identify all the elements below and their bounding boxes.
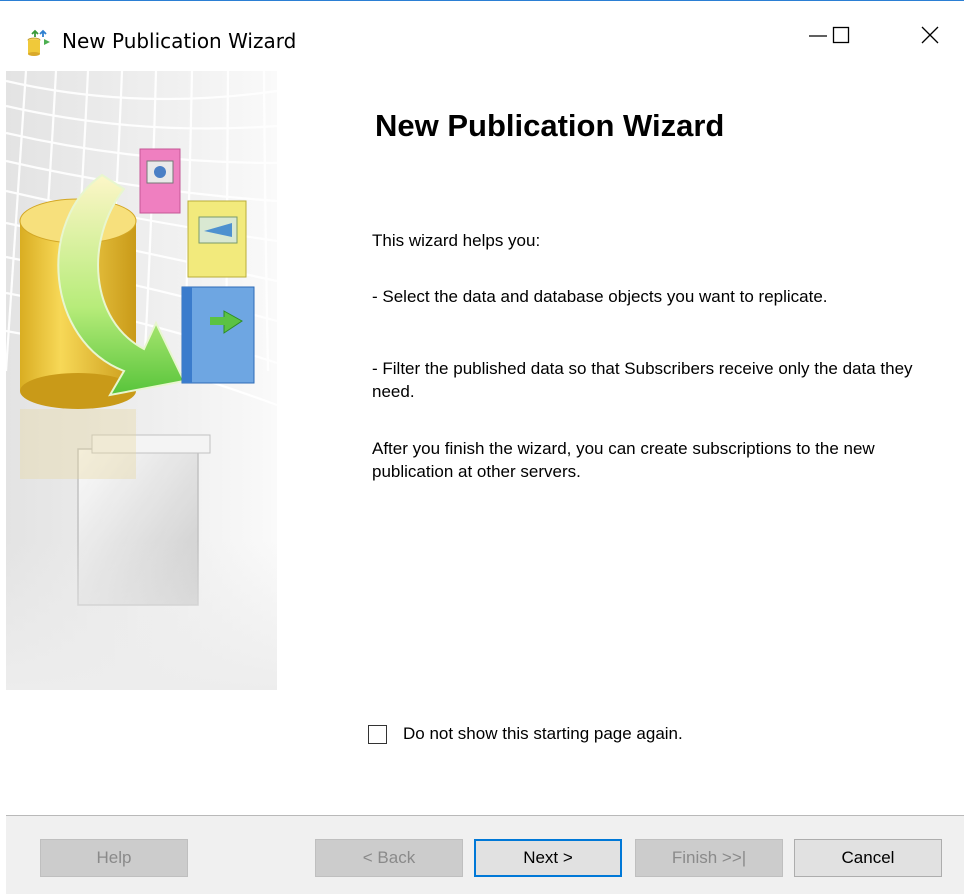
next-button[interactable]: Next > — [474, 839, 622, 877]
close-button[interactable] — [900, 2, 960, 72]
window-title: New Publication Wizard — [62, 29, 297, 53]
maximize-button[interactable] — [816, 2, 866, 72]
wizard-illustration — [6, 71, 277, 690]
finish-button[interactable]: Finish >>| — [635, 839, 783, 877]
publication-wizard-icon — [26, 29, 52, 57]
wizard-window: New Publication Wizard New Publication W… — [0, 0, 964, 894]
cancel-button[interactable]: Cancel — [794, 839, 942, 877]
intro-text: This wizard helps you: — [372, 231, 541, 250]
skip-start-page-option[interactable]: Do not show this starting page again. — [368, 722, 683, 746]
skip-start-page-checkbox[interactable] — [368, 724, 387, 744]
maximize-icon — [831, 25, 851, 50]
button-bar: Help < Back Next > Finish >>| Cancel — [6, 816, 964, 894]
after-finish-text: After you finish the wizard, you can cre… — [372, 439, 875, 481]
close-icon — [920, 25, 940, 50]
bullet-filter-data: - Filter the published data so that Subs… — [372, 359, 913, 401]
bullet-select-data: - Select the data and database objects y… — [372, 287, 828, 306]
page-title: New Publication Wizard — [375, 108, 725, 143]
title-bar: New Publication Wizard — [0, 1, 964, 71]
skip-start-page-label[interactable]: Do not show this starting page again. — [403, 724, 683, 744]
help-button[interactable]: Help — [40, 839, 188, 877]
back-button[interactable]: < Back — [315, 839, 463, 877]
